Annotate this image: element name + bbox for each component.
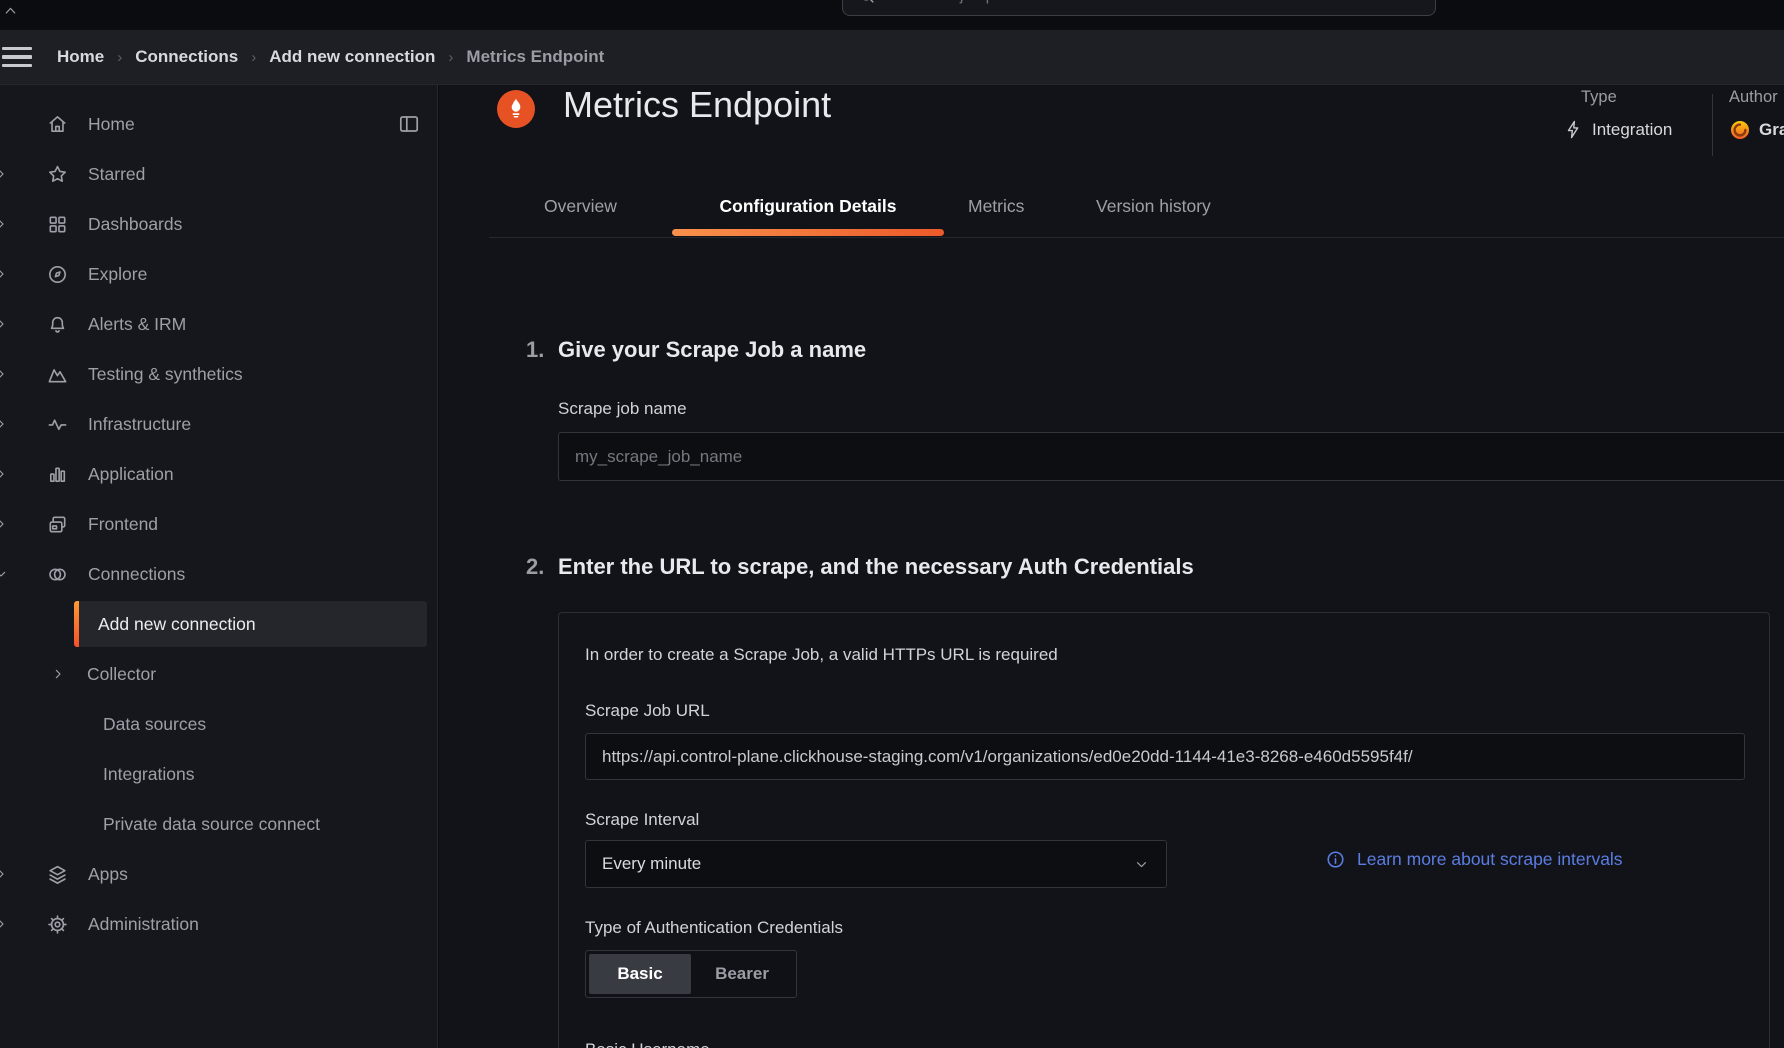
section-2-title: Enter the URL to scrape, and the necessa… [558, 554, 1194, 580]
collapse-chevron-icon[interactable] [0, 566, 9, 582]
sidebar-item-explore[interactable]: Explore [0, 249, 437, 299]
breadcrumb-separator: › [117, 49, 122, 66]
search-input[interactable]: Search or jump to... [842, 0, 1436, 16]
menu-icon[interactable] [2, 47, 36, 68]
sidebar-item-collector[interactable]: Collector [0, 649, 437, 699]
type-value: Integration [1563, 119, 1672, 140]
caret-up-icon [2, 2, 19, 19]
gear-icon [46, 913, 69, 936]
auth-basic-button[interactable]: Basic [589, 954, 691, 994]
scrape-job-url-input[interactable] [585, 733, 1745, 780]
mountains-icon [46, 363, 69, 386]
scrape-job-url-label: Scrape Job URL [585, 701, 710, 721]
sidebar-item-starred[interactable]: Starred [0, 149, 437, 199]
home-icon [46, 113, 69, 136]
breadcrumb: Home › Connections › Add new connection … [57, 47, 604, 67]
sidebar-item-home[interactable]: Home [0, 99, 437, 149]
type-label: Type [1581, 88, 1617, 107]
scrape-job-name-label: Scrape job name [558, 399, 687, 419]
search-icon [857, 0, 877, 6]
dashboards-icon [46, 213, 69, 236]
scrape-interval-select[interactable]: Every minute [585, 840, 1167, 888]
scrape-interval-label: Scrape Interval [585, 810, 699, 830]
grafana-app: { "top": { "search_placeholder": "Search… [0, 0, 1784, 1048]
sidebar-item-infrastructure[interactable]: Infrastructure [0, 399, 437, 449]
sidebar-item-private-data-source-connect[interactable]: Private data source connect [0, 799, 437, 849]
header-divider [1712, 94, 1713, 156]
section-1-number: 1. [526, 337, 544, 363]
scrape-intervals-learn-more-link[interactable]: Learn more about scrape intervals [1325, 849, 1623, 870]
compass-icon [46, 263, 69, 286]
basic-username-label: Basic Username [585, 1040, 710, 1048]
sidebar-item-administration[interactable]: Administration [0, 899, 437, 949]
https-required-note: In order to create a Scrape Job, a valid… [585, 645, 1058, 665]
prometheus-icon [497, 90, 535, 128]
sidebar-nav: Home Starred Dashboards Explore Alerts &… [0, 85, 438, 1048]
author-label: Author [1729, 88, 1778, 107]
info-icon [1325, 849, 1346, 870]
sidebar-item-dashboards[interactable]: Dashboards [0, 199, 437, 249]
sidebar-item-integrations[interactable]: Integrations [0, 749, 437, 799]
sidebar-item-apps[interactable]: Apps [0, 849, 437, 899]
expand-chevron-icon[interactable] [0, 416, 9, 432]
page-title: Metrics Endpoint [563, 84, 831, 126]
bell-icon [46, 313, 69, 336]
breadcrumb-connections[interactable]: Connections [135, 47, 238, 67]
sidebar-item-data-sources[interactable]: Data sources [0, 699, 437, 749]
tab-version-history[interactable]: Version history [1096, 196, 1211, 217]
breadcrumb-separator: › [251, 49, 256, 66]
expand-chevron-icon[interactable] [50, 666, 66, 682]
breadcrumb-bar: Home › Connections › Add new connection … [0, 30, 1784, 85]
top-strip: Search or jump to... [0, 0, 1784, 30]
expand-chevron-icon[interactable] [0, 516, 9, 532]
apps-icon [46, 863, 69, 886]
expand-chevron-icon[interactable] [0, 316, 9, 332]
grafana-logo-icon [1729, 119, 1751, 141]
sidebar-item-application[interactable]: Application [0, 449, 437, 499]
expand-chevron-icon[interactable] [0, 266, 9, 282]
auth-type-toggle: Basic Bearer [585, 950, 797, 998]
expand-chevron-icon[interactable] [0, 916, 9, 932]
auth-type-label: Type of Authentication Credentials [585, 918, 843, 938]
tabs-divider [489, 237, 1784, 238]
breadcrumb-home[interactable]: Home [57, 47, 104, 67]
expand-chevron-icon[interactable] [0, 466, 9, 482]
author-value: Gra [1729, 119, 1784, 141]
collapse-sidebar-icon[interactable] [397, 112, 421, 136]
sidebar-item-frontend[interactable]: Frontend [0, 499, 437, 549]
sidebar-item-alerts-irm[interactable]: Alerts & IRM [0, 299, 437, 349]
expand-chevron-icon[interactable] [0, 366, 9, 382]
connections-icon [46, 563, 69, 586]
sidebar-item-testing-synthetics[interactable]: Testing & synthetics [0, 349, 437, 399]
active-tab-indicator [672, 229, 944, 236]
active-indicator [74, 601, 79, 647]
tab-configuration-details[interactable]: Configuration Details [676, 196, 940, 217]
sidebar-item-connections[interactable]: Connections [0, 549, 437, 599]
expand-chevron-icon[interactable] [0, 866, 9, 882]
auth-bearer-button[interactable]: Bearer [691, 954, 793, 994]
search-placeholder: Search or jump to... [886, 0, 1026, 5]
breadcrumb-separator: › [448, 49, 453, 66]
breadcrumb-add-new-connection[interactable]: Add new connection [269, 47, 435, 67]
sidebar-item-add-new-connection[interactable]: Add new connection [74, 601, 427, 647]
section-1-title: Give your Scrape Job a name [558, 337, 866, 363]
pulse-icon [46, 413, 69, 436]
bolt-icon [1563, 119, 1584, 140]
chevron-down-icon [1133, 856, 1150, 873]
star-icon [46, 163, 69, 186]
expand-chevron-icon[interactable] [0, 216, 9, 232]
bar-chart-icon [46, 463, 69, 486]
tab-metrics[interactable]: Metrics [968, 196, 1024, 217]
frontend-icon [46, 513, 69, 536]
scrape-job-name-input[interactable] [558, 432, 1784, 481]
tab-overview[interactable]: Overview [544, 196, 617, 217]
breadcrumb-current: Metrics Endpoint [466, 47, 604, 67]
section-2-number: 2. [526, 554, 544, 580]
expand-chevron-icon[interactable] [0, 166, 9, 182]
